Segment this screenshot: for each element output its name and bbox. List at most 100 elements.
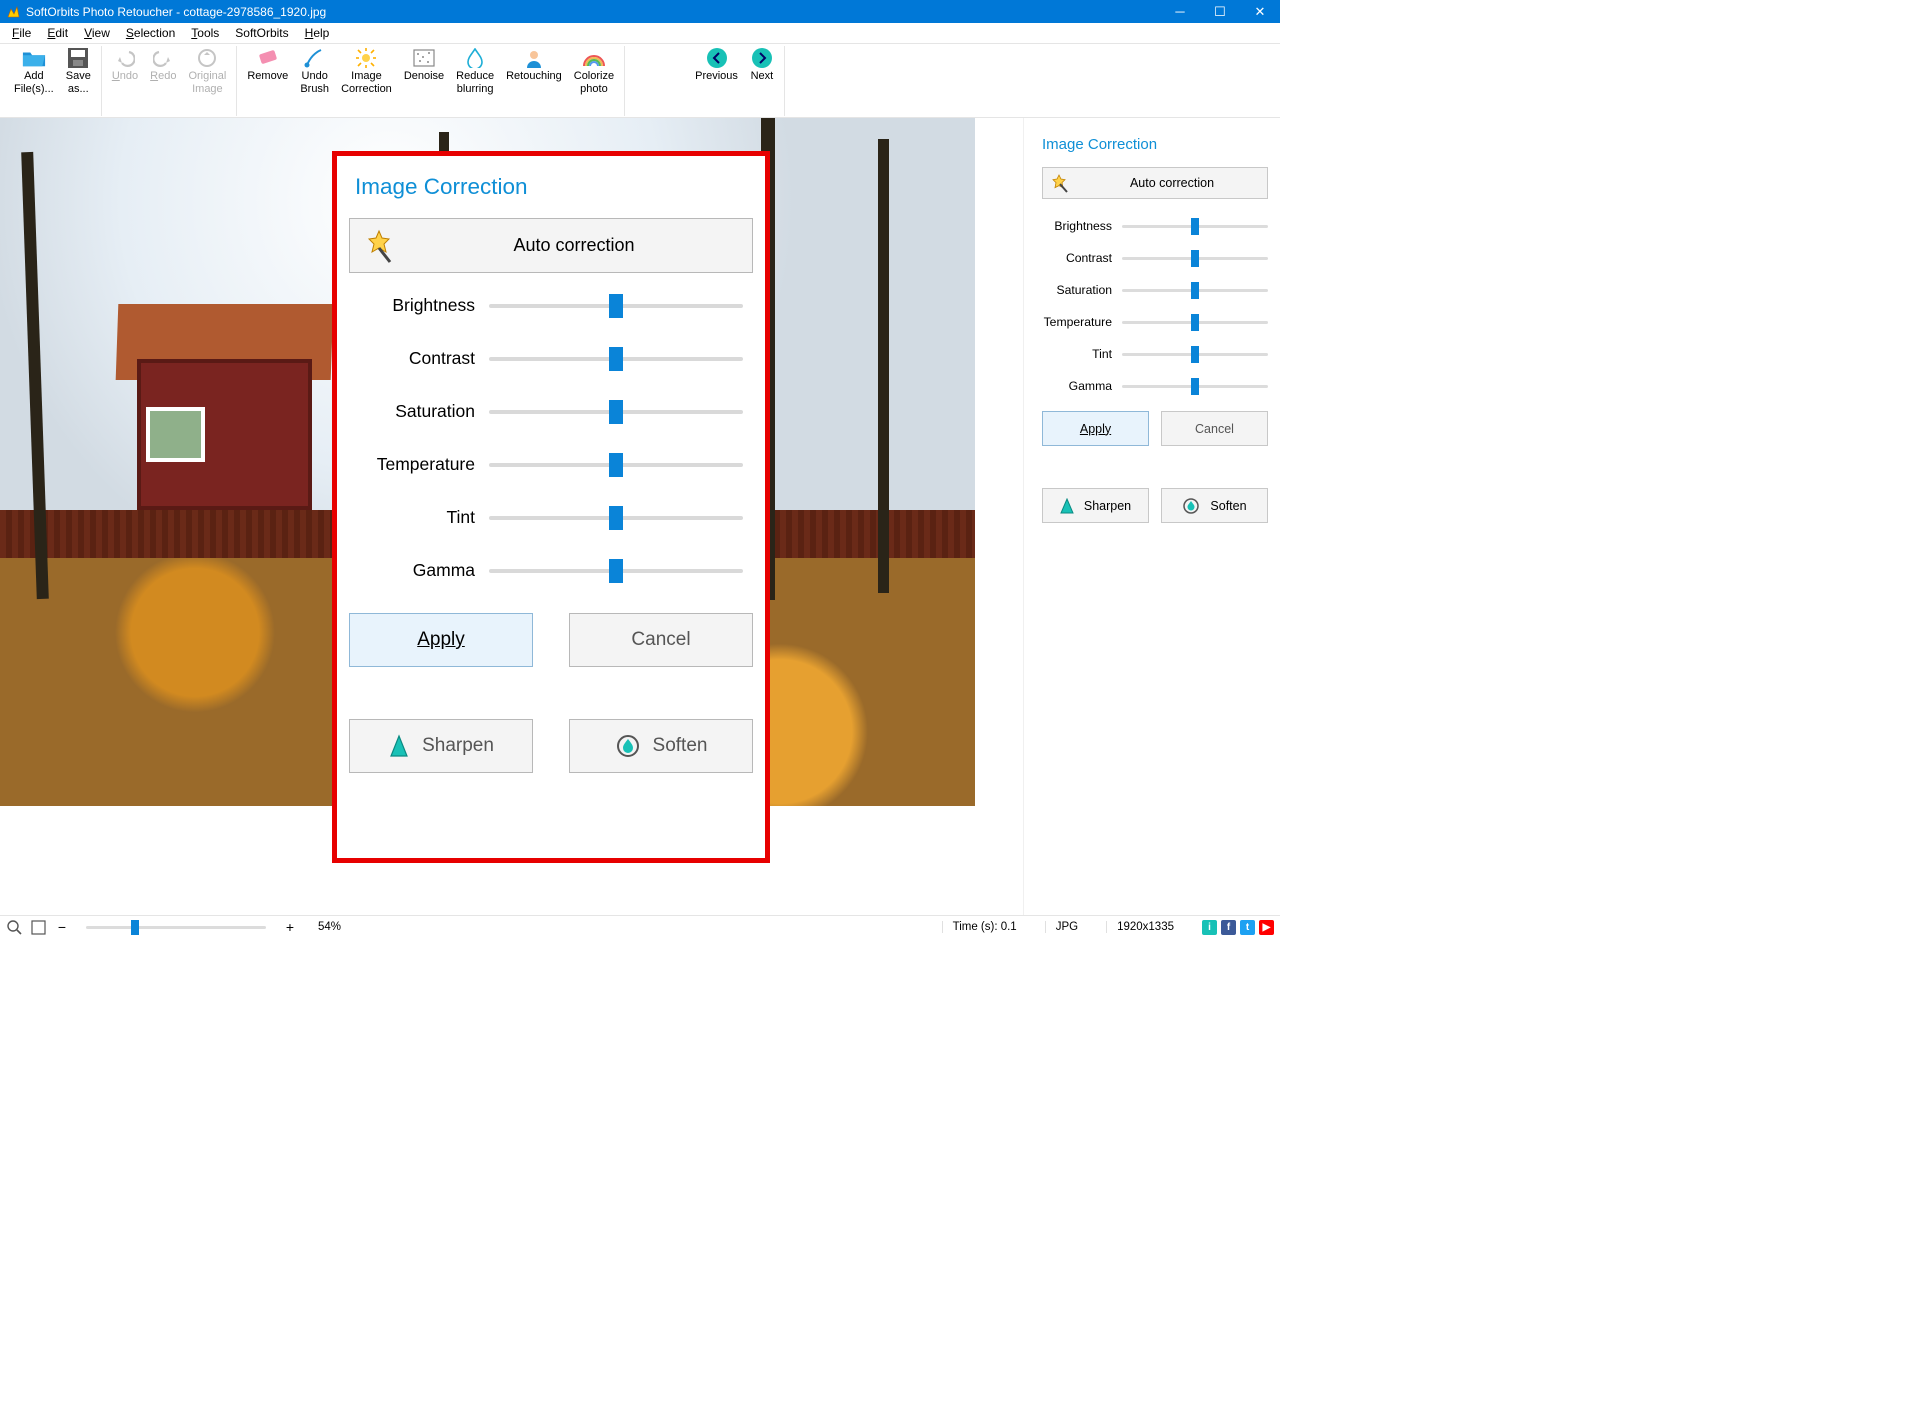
zoom-percent: 54%: [318, 921, 341, 933]
contrast-label: Contrast: [349, 348, 489, 369]
side-soften-button[interactable]: Soften: [1161, 488, 1268, 523]
sharpen-icon: [1060, 498, 1074, 514]
side-saturation-label: Saturation: [1042, 283, 1122, 297]
menu-tools[interactable]: Tools: [183, 24, 227, 42]
remove-label: Remove: [247, 70, 288, 83]
canvas-area: Image Correction Auto correction Brightn…: [0, 118, 1023, 915]
save-as-label: Save as...: [66, 70, 91, 95]
temperature-slider-row: Temperature: [349, 454, 753, 475]
denoise-button[interactable]: Denoise: [398, 46, 450, 116]
zoom-in-icon[interactable]: +: [282, 919, 298, 935]
side-cancel-button[interactable]: Cancel: [1161, 411, 1268, 446]
cancel-button[interactable]: Cancel: [569, 613, 753, 667]
retouching-label: Retouching: [506, 70, 562, 83]
brightness-slider-row: Brightness: [349, 295, 753, 316]
contrast-slider-row: Contrast: [349, 348, 753, 369]
maximize-button[interactable]: ☐: [1200, 0, 1240, 23]
side-sharpen-button[interactable]: Sharpen: [1042, 488, 1149, 523]
temperature-label: Temperature: [349, 454, 489, 475]
zoom-out-icon[interactable]: −: [54, 919, 70, 935]
side-auto-correction-label: Auto correction: [1077, 176, 1267, 190]
reduce-blurring-button[interactable]: Reduce blurring: [450, 46, 500, 116]
soften-button[interactable]: Soften: [569, 719, 753, 773]
tint-slider[interactable]: [489, 516, 743, 520]
redo-icon: [151, 48, 175, 68]
side-apply-button[interactable]: Apply: [1042, 411, 1149, 446]
side-temperature-slider[interactable]: [1122, 321, 1268, 324]
previous-button[interactable]: Previous: [689, 46, 744, 116]
side-contrast-label: Contrast: [1042, 251, 1122, 265]
original-image-button[interactable]: Original Image: [182, 46, 232, 116]
side-brightness-slider[interactable]: [1122, 225, 1268, 228]
apply-button[interactable]: Apply: [349, 613, 533, 667]
save-as-button[interactable]: Save as...: [60, 46, 97, 116]
gamma-slider-row: Gamma: [349, 560, 753, 581]
next-label: Next: [751, 70, 774, 83]
close-button[interactable]: ✕: [1240, 0, 1280, 23]
fit-screen-icon[interactable]: [30, 919, 46, 935]
saturation-slider[interactable]: [489, 410, 743, 414]
menu-selection[interactable]: Selection: [118, 24, 183, 42]
info-icon[interactable]: i: [1202, 920, 1217, 935]
brightness-slider[interactable]: [489, 304, 743, 308]
undo-brush-button[interactable]: Undo Brush: [294, 46, 335, 116]
colorize-photo-label: Colorize photo: [574, 70, 614, 95]
next-button[interactable]: Next: [744, 46, 780, 116]
redo-button[interactable]: Redo: [144, 46, 182, 116]
sun-icon: [354, 48, 378, 68]
remove-button[interactable]: Remove: [241, 46, 294, 116]
twitter-icon[interactable]: t: [1240, 920, 1255, 935]
side-tint-label: Tint: [1042, 347, 1122, 361]
side-contrast-slider[interactable]: [1122, 257, 1268, 260]
add-files-button[interactable]: Add File(s)...: [8, 46, 60, 116]
menu-help[interactable]: Help: [297, 24, 338, 42]
app-icon: [6, 5, 20, 19]
side-saturation-slider[interactable]: [1122, 289, 1268, 292]
menu-edit[interactable]: Edit: [39, 24, 76, 42]
apply-label: Apply: [417, 629, 465, 651]
undo-brush-label: Undo Brush: [300, 70, 329, 95]
brightness-label: Brightness: [349, 295, 489, 316]
saturation-slider-row: Saturation: [349, 401, 753, 422]
temperature-slider[interactable]: [489, 463, 743, 467]
side-auto-correction-button[interactable]: Auto correction: [1042, 167, 1268, 199]
undo-button[interactable]: Undo: [106, 46, 144, 116]
add-files-label: Add File(s)...: [14, 70, 54, 95]
window-titlebar: SoftOrbits Photo Retoucher - cottage-297…: [0, 0, 1280, 23]
rainbow-icon: [582, 48, 606, 68]
previous-icon: [705, 48, 729, 68]
side-gamma-label: Gamma: [1042, 379, 1122, 393]
side-temperature-label: Temperature: [1042, 315, 1122, 329]
menu-file[interactable]: File: [4, 24, 39, 42]
side-gamma-slider[interactable]: [1122, 385, 1268, 388]
wand-icon: [1049, 173, 1071, 193]
menu-view[interactable]: View: [76, 24, 118, 42]
folder-open-icon: [22, 48, 46, 68]
side-tint-slider[interactable]: [1122, 353, 1268, 356]
sharpen-label: Sharpen: [422, 735, 494, 757]
cancel-label: Cancel: [631, 629, 690, 651]
time-status: Time (s): 0.1: [942, 921, 1027, 933]
facebook-icon[interactable]: f: [1221, 920, 1236, 935]
previous-label: Previous: [695, 70, 738, 83]
image-correction-button[interactable]: Image Correction: [335, 46, 398, 116]
zoom-slider[interactable]: [86, 926, 266, 929]
gamma-slider[interactable]: [489, 569, 743, 573]
contrast-slider[interactable]: [489, 357, 743, 361]
side-brightness-label: Brightness: [1042, 219, 1122, 233]
zoom-tool-icon[interactable]: [6, 919, 22, 935]
menu-softorbits[interactable]: SoftOrbits: [227, 24, 296, 42]
colorize-photo-button[interactable]: Colorize photo: [568, 46, 620, 116]
auto-correction-button[interactable]: Auto correction: [349, 218, 753, 273]
side-soften-label: Soften: [1210, 499, 1246, 513]
sharpen-button[interactable]: Sharpen: [349, 719, 533, 773]
undo-icon: [113, 48, 137, 68]
youtube-icon[interactable]: ▶: [1259, 920, 1274, 935]
tint-label: Tint: [349, 507, 489, 528]
minimize-button[interactable]: ─: [1160, 0, 1200, 23]
gamma-label: Gamma: [349, 560, 489, 581]
image-correction-dialog: Image Correction Auto correction Brightn…: [332, 151, 770, 863]
retouching-button[interactable]: Retouching: [500, 46, 568, 116]
side-cancel-label: Cancel: [1195, 422, 1234, 436]
menu-bar: File Edit View Selection Tools SoftOrbit…: [0, 23, 1280, 44]
